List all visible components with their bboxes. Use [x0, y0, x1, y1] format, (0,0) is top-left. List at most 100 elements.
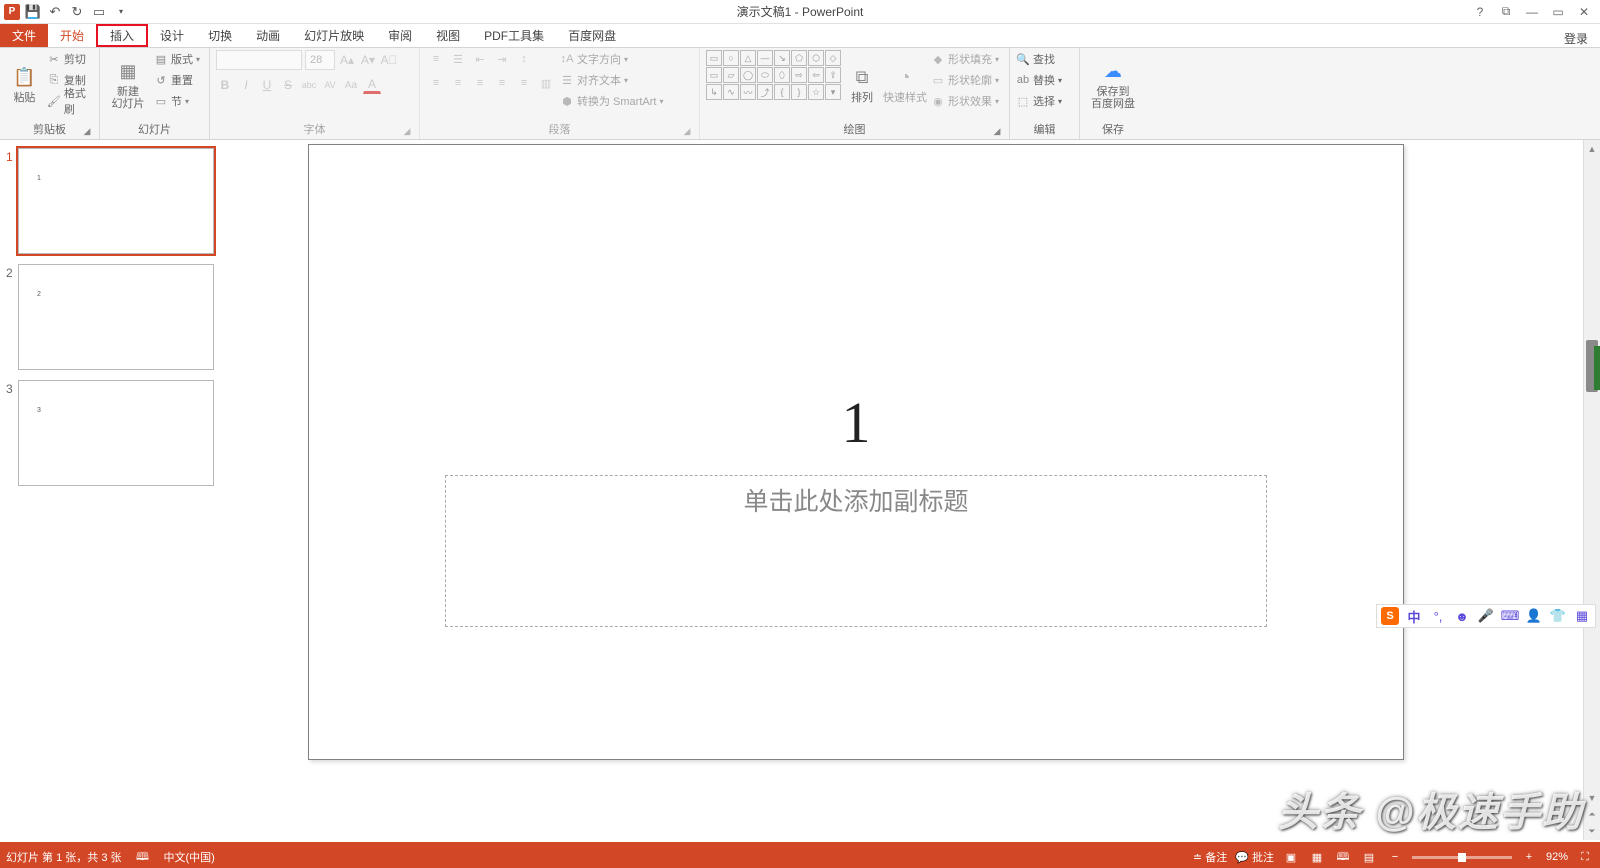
slide-count-label[interactable]: 幻灯片 第 1 张，共 3 张 [6, 849, 122, 865]
comments-button[interactable]: 💬 批注 [1235, 849, 1274, 865]
quick-styles-button[interactable]: ◔ 快速样式 [883, 50, 927, 118]
slide-canvas-area[interactable]: 1 单击此处添加副标题 [220, 140, 1600, 840]
tab-file[interactable]: 文件 [0, 23, 48, 47]
minimize-icon[interactable]: — [1522, 4, 1542, 20]
vertical-scrollbar[interactable]: ▲ ▼ ⏶ ⏷ [1583, 140, 1600, 840]
sogou-icon[interactable]: S [1381, 607, 1399, 625]
font-family-input[interactable] [216, 50, 302, 70]
slide-canvas[interactable]: 1 单击此处添加副标题 [308, 144, 1404, 760]
save-icon[interactable]: 💾 [24, 3, 42, 21]
italic-button[interactable]: I [237, 76, 255, 94]
smartart-button[interactable]: ⬢转换为 SmartArt▾ [560, 92, 663, 110]
slide-thumbnail-pane[interactable]: 1 1 2 2 3 3 [0, 140, 220, 840]
slide-thumb-1[interactable]: 1 1 [6, 148, 214, 254]
change-case-button[interactable]: Aa [342, 76, 360, 94]
shadow-button[interactable]: abc [300, 76, 318, 94]
zoom-level-label[interactable]: 92% [1546, 851, 1568, 863]
tab-home[interactable]: 开始 [48, 23, 96, 47]
close-icon[interactable]: ✕ [1574, 4, 1594, 20]
signin-link[interactable]: 登录 [1552, 30, 1600, 47]
ime-keyboard-icon[interactable]: ⌨ [1501, 607, 1519, 625]
next-slide-icon[interactable]: ⏷ [1584, 823, 1600, 840]
language-label[interactable]: 中文(中国) [164, 849, 215, 865]
tab-baidu[interactable]: 百度网盘 [556, 23, 628, 47]
slide-thumb-3[interactable]: 3 3 [6, 380, 214, 486]
ime-emoji-icon[interactable]: ☻ [1453, 607, 1471, 625]
char-spacing-button[interactable]: AV [321, 76, 339, 94]
select-button[interactable]: ⬚选择▾ [1016, 92, 1062, 110]
text-direction-button[interactable]: ↕A文字方向▾ [560, 50, 663, 68]
ime-lang-button[interactable]: 中 [1405, 607, 1423, 625]
replace-button[interactable]: ab替换▾ [1016, 71, 1062, 89]
align-center-icon[interactable]: ≡ [448, 74, 468, 92]
ime-toolbox-icon[interactable]: ▦ [1573, 607, 1591, 625]
spellcheck-icon[interactable]: 🕮 [134, 848, 152, 866]
find-button[interactable]: 🔍查找 [1016, 50, 1062, 68]
justify-icon[interactable]: ≡ [492, 74, 512, 92]
slideshow-view-icon[interactable]: ▤ [1360, 848, 1378, 866]
fit-to-window-icon[interactable]: ⛶ [1576, 848, 1594, 866]
tab-design[interactable]: 设计 [148, 23, 196, 47]
font-color-button[interactable]: A [363, 76, 381, 94]
scroll-down-icon[interactable]: ▼ [1584, 789, 1600, 806]
distribute-icon[interactable]: ≡ [514, 74, 534, 92]
zoom-slider[interactable] [1412, 856, 1512, 859]
shape-fill-button[interactable]: ◆形状填充▾ [931, 50, 999, 68]
tab-pdf[interactable]: PDF工具集 [472, 23, 556, 47]
start-from-beginning-icon[interactable]: ▭ [90, 3, 108, 21]
format-painter-button[interactable]: 🖌格式刷 [47, 92, 93, 110]
layout-button[interactable]: ▤版式▾ [154, 50, 200, 68]
tab-transitions[interactable]: 切换 [196, 23, 244, 47]
numbering-icon[interactable]: ☰ [448, 50, 468, 68]
font-size-input[interactable] [305, 50, 335, 70]
ime-user-icon[interactable]: 👤 [1525, 607, 1543, 625]
reading-view-icon[interactable]: 🕮 [1334, 848, 1352, 866]
decrease-font-icon[interactable]: A▾ [359, 51, 377, 69]
ime-voice-icon[interactable]: 🎤 [1477, 607, 1495, 625]
tab-view[interactable]: 视图 [424, 23, 472, 47]
underline-button[interactable]: U [258, 76, 276, 94]
tab-insert[interactable]: 插入 [96, 24, 148, 47]
drawing-launcher-icon[interactable]: ◢ [991, 126, 1003, 138]
section-button[interactable]: ▭节▾ [154, 92, 200, 110]
subtitle-placeholder[interactable]: 单击此处添加副标题 [445, 475, 1267, 627]
zoom-out-icon[interactable]: − [1386, 848, 1404, 866]
increase-indent-icon[interactable]: ⇥ [492, 50, 512, 68]
align-left-icon[interactable]: ≡ [426, 74, 446, 92]
tab-slideshow[interactable]: 幻灯片放映 [292, 23, 376, 47]
font-launcher-icon[interactable]: ◢ [401, 126, 413, 138]
align-text-button[interactable]: ☰对齐文本▾ [560, 71, 663, 89]
clear-format-icon[interactable]: A⃠ [380, 51, 398, 69]
scroll-up-icon[interactable]: ▲ [1584, 140, 1600, 157]
slide-thumb-2[interactable]: 2 2 [6, 264, 214, 370]
shapes-gallery[interactable]: ▭○△—↘⬠⬡◇ ▭▱◯⬭⬯⇨⇦⇧ ↳∿〰⤴{}☆▾ [706, 50, 841, 100]
paste-button[interactable]: 📋 粘贴 [6, 50, 43, 118]
paragraph-launcher-icon[interactable]: ◢ [681, 126, 693, 138]
save-to-baidu-button[interactable]: ☁ 保存到 百度网盘 [1086, 50, 1140, 118]
strike-button[interactable]: S [279, 76, 297, 94]
maximize-icon[interactable]: ▭ [1548, 4, 1568, 20]
shape-effects-button[interactable]: ◉形状效果▾ [931, 92, 999, 110]
reset-button[interactable]: ↺重置 [154, 71, 200, 89]
tab-animations[interactable]: 动画 [244, 23, 292, 47]
clipboard-launcher-icon[interactable]: ◢ [81, 126, 93, 138]
arrange-button[interactable]: ⧉ 排列 [845, 50, 879, 118]
increase-font-icon[interactable]: A▴ [338, 51, 356, 69]
bullets-icon[interactable]: ≡ [426, 50, 446, 68]
notes-button[interactable]: ≐ 备注 [1193, 849, 1227, 865]
bold-button[interactable]: B [216, 76, 234, 94]
slide-title-text[interactable]: 1 [309, 389, 1403, 456]
undo-icon[interactable]: ↶ [46, 3, 64, 21]
cut-button[interactable]: ✂剪切 [47, 50, 93, 68]
ime-skin-icon[interactable]: 👕 [1549, 607, 1567, 625]
redo-icon[interactable]: ↻ [68, 3, 86, 21]
prev-slide-icon[interactable]: ⏶ [1584, 806, 1600, 823]
zoom-in-icon[interactable]: + [1520, 848, 1538, 866]
columns-icon[interactable]: ▥ [536, 74, 556, 92]
line-spacing-icon[interactable]: ↕ [514, 50, 534, 68]
new-slide-button[interactable]: ▦ 新建 幻灯片 [106, 50, 150, 118]
qat-dropdown-icon[interactable]: ▾ [112, 3, 130, 21]
align-right-icon[interactable]: ≡ [470, 74, 490, 92]
decrease-indent-icon[interactable]: ⇤ [470, 50, 490, 68]
help-icon[interactable]: ? [1470, 4, 1490, 20]
